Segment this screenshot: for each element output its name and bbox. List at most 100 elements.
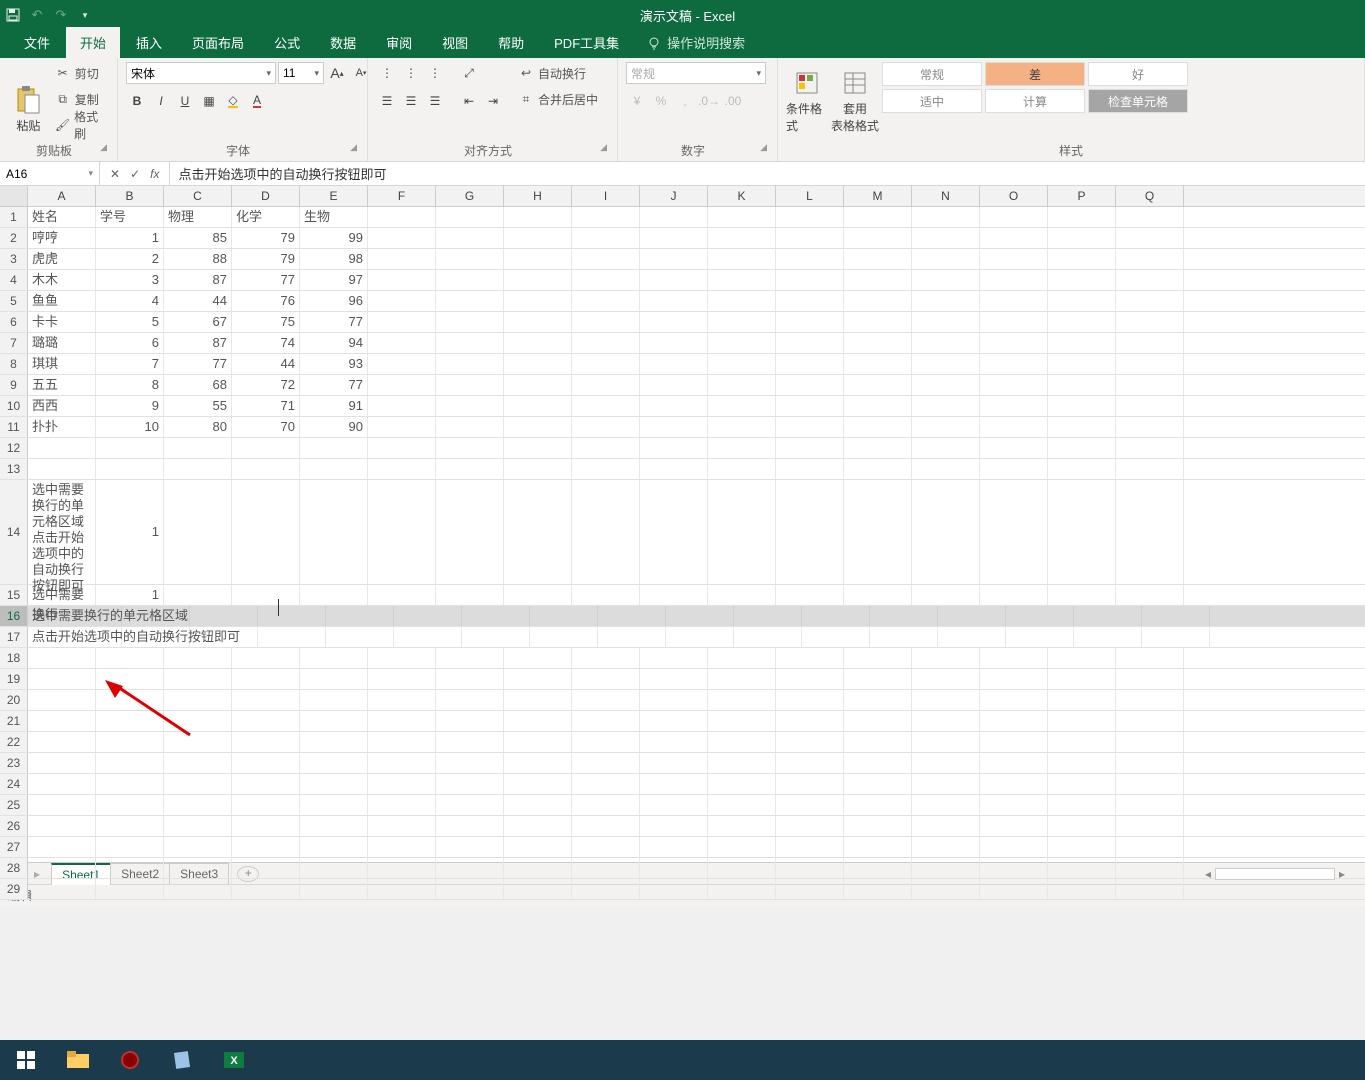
- cell[interactable]: [844, 711, 912, 731]
- row-header[interactable]: 3: [0, 249, 28, 269]
- cell[interactable]: [232, 837, 300, 857]
- cell[interactable]: [640, 858, 708, 878]
- col-header-G[interactable]: G: [436, 186, 504, 206]
- cell[interactable]: [28, 438, 96, 458]
- cell[interactable]: [232, 858, 300, 878]
- cell[interactable]: [912, 774, 980, 794]
- cell[interactable]: [504, 795, 572, 815]
- cell[interactable]: 选中需要换行的单元格区域: [28, 606, 122, 626]
- cell[interactable]: 琪琪: [28, 354, 96, 374]
- row-header[interactable]: 13: [0, 459, 28, 479]
- cell[interactable]: [912, 396, 980, 416]
- worksheet[interactable]: A B C D E F G H I J K L M N O P Q 1姓名学号物…: [0, 186, 1365, 862]
- col-header-F[interactable]: F: [368, 186, 436, 206]
- cell[interactable]: [368, 690, 436, 710]
- redo-icon[interactable]: ↷: [52, 6, 70, 24]
- cell[interactable]: [776, 312, 844, 332]
- cell[interactable]: [572, 816, 640, 836]
- cell[interactable]: [844, 858, 912, 878]
- cell[interactable]: [844, 375, 912, 395]
- cell[interactable]: [96, 753, 164, 773]
- col-header-A[interactable]: A: [28, 186, 96, 206]
- cell[interactable]: [938, 606, 1006, 626]
- cell[interactable]: [1048, 585, 1116, 605]
- cell[interactable]: [436, 690, 504, 710]
- row-header[interactable]: 22: [0, 732, 28, 752]
- cell[interactable]: [436, 228, 504, 248]
- cell[interactable]: [1116, 774, 1184, 794]
- row-header[interactable]: 14: [0, 480, 28, 584]
- cell[interactable]: [1048, 375, 1116, 395]
- row-header[interactable]: 17: [0, 627, 28, 647]
- cell[interactable]: 4: [96, 291, 164, 311]
- style-good[interactable]: 好: [1088, 62, 1188, 86]
- cell[interactable]: [844, 879, 912, 899]
- cell[interactable]: [708, 396, 776, 416]
- launcher-icon[interactable]: ◢: [600, 142, 607, 153]
- cell[interactable]: [530, 627, 598, 647]
- cell[interactable]: [640, 480, 708, 584]
- cell[interactable]: 93: [300, 354, 368, 374]
- cell[interactable]: [232, 480, 300, 584]
- cell[interactable]: [1048, 732, 1116, 752]
- cell[interactable]: [572, 459, 640, 479]
- cell[interactable]: [504, 459, 572, 479]
- cell[interactable]: [504, 711, 572, 731]
- cell[interactable]: [640, 354, 708, 374]
- cell[interactable]: [232, 795, 300, 815]
- cell[interactable]: [1074, 606, 1142, 626]
- cell[interactable]: [1116, 396, 1184, 416]
- cell[interactable]: [368, 417, 436, 437]
- cell[interactable]: [572, 669, 640, 689]
- inc-decimal-button[interactable]: .0→: [698, 90, 720, 112]
- cell[interactable]: [640, 270, 708, 290]
- cell[interactable]: [368, 753, 436, 773]
- tab-review[interactable]: 审阅: [372, 27, 426, 58]
- confirm-icon[interactable]: ✓: [130, 167, 140, 181]
- cell[interactable]: [912, 207, 980, 227]
- cell[interactable]: [1048, 816, 1116, 836]
- cell[interactable]: [436, 879, 504, 899]
- cell[interactable]: [504, 291, 572, 311]
- cell[interactable]: [28, 774, 96, 794]
- cell[interactable]: [844, 816, 912, 836]
- cell[interactable]: [1048, 396, 1116, 416]
- cell[interactable]: [708, 375, 776, 395]
- cell[interactable]: [870, 606, 938, 626]
- cell[interactable]: [572, 648, 640, 668]
- cell[interactable]: [1048, 249, 1116, 269]
- indent-dec-button[interactable]: ⇤: [458, 90, 480, 112]
- cell[interactable]: [436, 648, 504, 668]
- cell[interactable]: [572, 354, 640, 374]
- cell[interactable]: [28, 879, 96, 899]
- cell[interactable]: [708, 858, 776, 878]
- cell[interactable]: [530, 606, 598, 626]
- cell[interactable]: [1048, 291, 1116, 311]
- tab-help[interactable]: 帮助: [484, 27, 538, 58]
- cell[interactable]: [776, 816, 844, 836]
- cell[interactable]: [368, 354, 436, 374]
- cell[interactable]: [844, 228, 912, 248]
- cell[interactable]: [572, 396, 640, 416]
- cell[interactable]: [1048, 879, 1116, 899]
- cell[interactable]: [572, 480, 640, 584]
- cell[interactable]: [300, 480, 368, 584]
- cell[interactable]: [640, 291, 708, 311]
- cell[interactable]: [980, 795, 1048, 815]
- cell[interactable]: [776, 375, 844, 395]
- tab-pdf[interactable]: PDF工具集: [540, 27, 633, 58]
- cell[interactable]: [708, 249, 776, 269]
- cell[interactable]: 70: [232, 417, 300, 437]
- cell[interactable]: [640, 690, 708, 710]
- cell[interactable]: [708, 816, 776, 836]
- launcher-icon[interactable]: ◢: [100, 142, 107, 153]
- cell[interactable]: [1048, 207, 1116, 227]
- comma-button[interactable]: ,: [674, 90, 696, 112]
- cell[interactable]: [232, 585, 300, 605]
- cell[interactable]: [436, 459, 504, 479]
- cell[interactable]: [232, 774, 300, 794]
- cell[interactable]: [368, 858, 436, 878]
- cell[interactable]: [572, 417, 640, 437]
- cell[interactable]: 1: [96, 585, 164, 605]
- cell[interactable]: [368, 291, 436, 311]
